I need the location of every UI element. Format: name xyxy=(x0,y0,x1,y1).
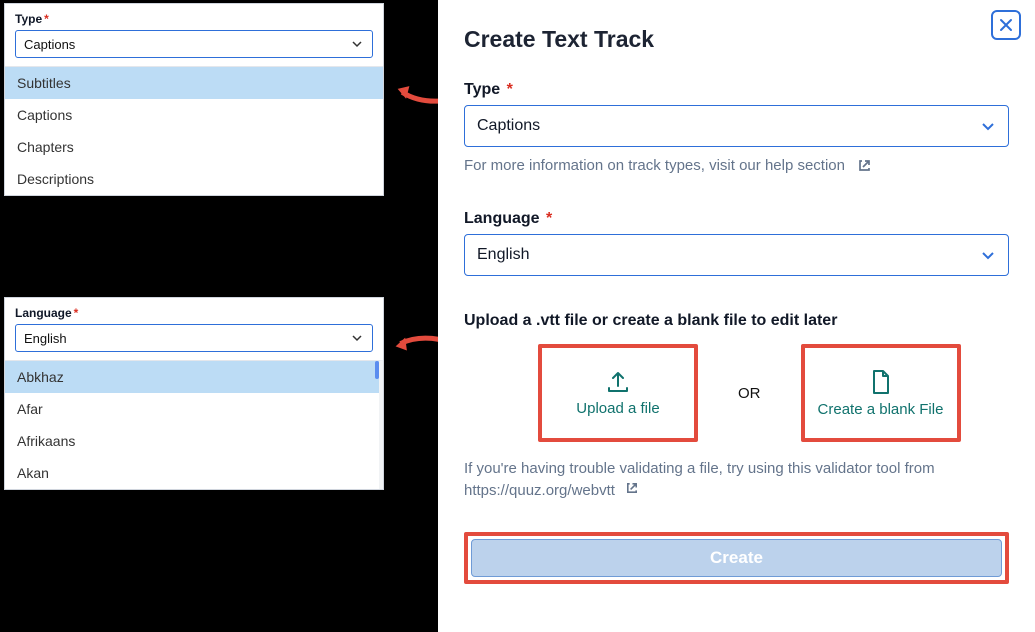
scrollbar-thumb[interactable] xyxy=(375,361,379,379)
language-option[interactable]: Akan xyxy=(5,457,379,489)
create-text-track-dialog: Create Text Track Type * Captions For mo… xyxy=(438,0,1035,632)
chevron-down-icon xyxy=(350,37,364,51)
language-field-label: Language * xyxy=(464,210,1009,228)
validator-note: If you're having trouble validating a fi… xyxy=(464,458,1009,502)
language-options-list: Abkhaz Afar Afrikaans Akan xyxy=(5,360,383,489)
upload-section-heading: Upload a .vtt file or create a blank fil… xyxy=(464,312,1009,330)
close-button[interactable] xyxy=(991,10,1021,40)
language-dropdown-panel: Language* English Abkhaz Afar Afrikaans … xyxy=(4,297,384,490)
create-blank-file-button[interactable]: Create a blank File xyxy=(807,350,955,436)
dialog-title: Create Text Track xyxy=(464,26,1009,53)
type-dropdown-panel: Type* Captions Subtitles Captions Chapte… xyxy=(4,3,384,196)
language-option[interactable]: Afar xyxy=(5,393,379,425)
upload-file-button[interactable]: Upload a file xyxy=(544,350,692,436)
language-select-value: English xyxy=(477,246,529,264)
create-button[interactable]: Create xyxy=(471,539,1002,577)
type-option[interactable]: Descriptions xyxy=(5,163,383,195)
highlight-box: Create xyxy=(464,532,1009,584)
type-option[interactable]: Subtitles xyxy=(5,67,383,99)
upload-options-row: Upload a file OR Create a blank File xyxy=(464,344,1009,442)
file-icon xyxy=(870,369,892,395)
type-select-mini[interactable]: Captions xyxy=(15,30,373,58)
language-option[interactable]: Afrikaans xyxy=(5,425,379,457)
type-select-value: Captions xyxy=(477,117,540,135)
callout-arrow xyxy=(394,325,442,356)
language-select-value: English xyxy=(24,331,67,346)
language-select-mini[interactable]: English xyxy=(15,324,373,352)
type-field-label: Type * xyxy=(464,81,1009,99)
highlight-box: Create a blank File xyxy=(801,344,961,442)
type-select-value: Captions xyxy=(24,37,75,52)
chevron-down-icon xyxy=(350,331,364,345)
type-option[interactable]: Chapters xyxy=(5,131,383,163)
language-option[interactable]: Abkhaz xyxy=(5,361,379,393)
language-label-mini: Language* xyxy=(15,306,373,320)
chevron-down-icon xyxy=(980,118,996,134)
type-option[interactable]: Captions xyxy=(5,99,383,131)
type-select[interactable]: Captions xyxy=(464,105,1009,147)
or-separator: OR xyxy=(738,385,761,402)
external-link-icon xyxy=(857,158,872,173)
upload-icon xyxy=(605,370,631,394)
type-help-link[interactable]: For more information on track types, vis… xyxy=(464,157,1009,174)
highlight-box: Upload a file xyxy=(538,344,698,442)
chevron-down-icon xyxy=(980,247,996,263)
callout-arrow xyxy=(395,77,441,103)
type-label-mini: Type* xyxy=(15,12,373,26)
language-select[interactable]: English xyxy=(464,234,1009,276)
type-options-list: Subtitles Captions Chapters Descriptions xyxy=(5,66,383,195)
external-link-icon xyxy=(625,481,639,495)
